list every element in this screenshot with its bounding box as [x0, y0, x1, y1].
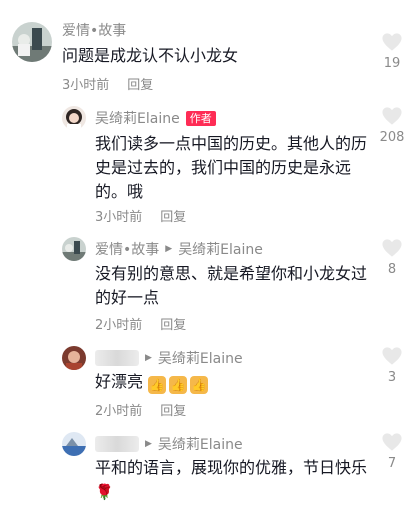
reply-button[interactable]: 回复 — [127, 78, 153, 93]
username-text[interactable]: 吴绮莉Elaine — [95, 108, 180, 128]
like-count: 19 — [383, 56, 401, 71]
rose-emoji: 🌹 — [95, 483, 114, 501]
timestamp: 3小时前 — [95, 210, 143, 225]
reply-button[interactable]: 回复 — [160, 404, 186, 419]
thumbs-up-emoji: 👍 — [190, 376, 209, 394]
like-count: 8 — [387, 262, 397, 277]
reply-button[interactable]: 回复 — [160, 210, 186, 225]
username-text[interactable]: 爱情•故事 — [95, 239, 159, 259]
like-count: 3 — [387, 370, 397, 385]
comment-text: 没有别的意思、就是希望你和小龙女过的好一点 — [95, 264, 368, 307]
like-button[interactable]: 3 — [367, 346, 417, 385]
blurred-username[interactable] — [95, 436, 139, 452]
reply-to-username[interactable]: 吴绮莉Elaine — [158, 348, 243, 368]
timestamp: 2小时前 — [95, 404, 143, 419]
like-button[interactable]: 208 — [367, 106, 417, 145]
avatar[interactable] — [62, 106, 86, 130]
avatar[interactable] — [12, 22, 52, 62]
comment-username: 吴绮莉Elaine 作者 — [95, 108, 216, 128]
avatar[interactable] — [62, 346, 86, 370]
comment-text: 好漂亮 👍 👍 👍 — [95, 370, 385, 394]
comment-text: 平和的语言，展现你的优雅，节日快乐 🌹 — [95, 456, 375, 504]
comment-meta: 3小时前 回复 — [62, 74, 153, 93]
comment-text: 我们读多一点中国的历史。其他人的历史是过去的，我们中国的历史是永远的。哦 — [95, 134, 368, 201]
comment-text-body: 平和的语言，展现你的优雅，节日快乐 — [95, 458, 368, 477]
comment-username: 爱情•故事 ▶ 吴绮莉Elaine — [95, 239, 263, 259]
triangle-right-icon: ▶ — [145, 353, 152, 363]
comment-meta: 2小时前 回复 — [95, 314, 186, 333]
reply-button[interactable]: 回复 — [160, 318, 186, 333]
comment-username: ▶ 吴绮莉Elaine — [95, 348, 243, 368]
blurred-username[interactable] — [95, 350, 139, 366]
timestamp: 2小时前 — [95, 318, 143, 333]
heart-outline-icon[interactable] — [381, 346, 403, 366]
heart-outline-icon[interactable] — [381, 106, 403, 126]
thumbs-up-emoji: 👍 — [148, 376, 167, 394]
timestamp: 3小时前 — [62, 78, 110, 93]
author-badge: 作者 — [185, 110, 216, 126]
heart-outline-icon[interactable] — [381, 32, 403, 52]
triangle-right-icon: ▶ — [145, 439, 152, 449]
thumbs-up-emoji: 👍 — [169, 376, 188, 394]
like-count: 7 — [387, 456, 397, 471]
comment-text-body: 好漂亮 — [95, 372, 144, 391]
username-text[interactable]: 爱情•故事 — [62, 20, 126, 40]
like-button[interactable]: 8 — [367, 238, 417, 277]
avatar[interactable] — [62, 432, 86, 456]
reply-to-username[interactable]: 吴绮莉Elaine — [158, 434, 243, 454]
comment-meta: 2小时前 回复 — [95, 400, 186, 419]
comment-meta: 3小时前 回复 — [95, 206, 186, 225]
like-count: 208 — [379, 130, 405, 145]
triangle-right-icon: ▶ — [165, 244, 173, 254]
reply-to-username[interactable]: 吴绮莉Elaine — [178, 239, 263, 259]
like-button[interactable]: 19 — [367, 32, 417, 71]
comment-username: ▶ 吴绮莉Elaine — [95, 434, 243, 454]
like-button[interactable]: 7 — [367, 432, 417, 471]
avatar[interactable] — [62, 237, 86, 261]
heart-outline-icon[interactable] — [381, 238, 403, 258]
comment-text: 问题是成龙认不认小龙女 — [62, 46, 239, 65]
comment-username[interactable]: 爱情•故事 — [62, 20, 126, 40]
heart-outline-icon[interactable] — [381, 432, 403, 452]
